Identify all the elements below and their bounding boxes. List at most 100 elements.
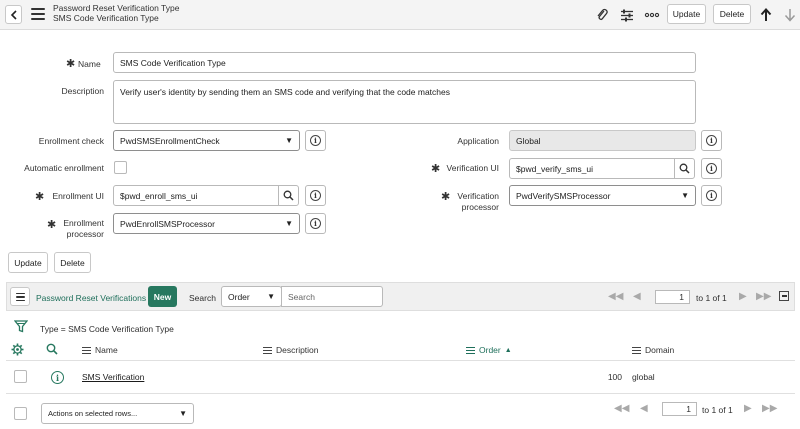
header-update-button[interactable]: Update bbox=[667, 4, 706, 24]
enrollment-processor-label: Enrollment processor bbox=[58, 218, 104, 240]
row-name-link[interactable]: SMS Verification bbox=[82, 372, 144, 382]
enrollment-ui-label: Enrollment UI bbox=[52, 191, 105, 201]
verification-processor-value: PwdVerifySMSProcessor bbox=[516, 190, 611, 201]
chevron-left-icon bbox=[10, 9, 17, 20]
hamburger-menu-icon bbox=[15, 292, 25, 301]
first-page-icon[interactable]: ◀◀ bbox=[614, 403, 629, 414]
preview-record-info-icon[interactable]: i bbox=[51, 371, 64, 384]
verification-ui-lookup-button[interactable] bbox=[674, 158, 695, 179]
description-field[interactable]: Verify user's identity by sending them a… bbox=[113, 80, 696, 124]
enrollment-processor-value: PwdEnrollSMSProcessor bbox=[120, 218, 215, 229]
last-page-icon[interactable]: ▶▶ bbox=[762, 403, 777, 414]
chevron-down-icon: ▼ bbox=[285, 219, 293, 228]
record-title: SMS Code Verification Type bbox=[53, 13, 159, 23]
verification-ui-field[interactable]: $pwd_verify_sms_ui bbox=[509, 158, 675, 179]
required-asterisk: ✱ bbox=[431, 163, 441, 175]
search-field-value: Order bbox=[228, 291, 250, 302]
search-icon bbox=[679, 163, 690, 174]
filter-breadcrumb[interactable]: Type = SMS Code Verification Type bbox=[40, 324, 174, 334]
column-menu-icon bbox=[632, 345, 641, 356]
list-menu-button[interactable] bbox=[10, 287, 30, 306]
info-icon: i bbox=[706, 163, 717, 174]
column-header-name[interactable]: Name bbox=[82, 345, 118, 356]
form-delete-button[interactable]: Delete bbox=[54, 252, 91, 273]
required-asterisk: ✱ bbox=[35, 191, 45, 203]
enrollment-check-select[interactable]: PwdSMSEnrollmentCheck ▼ bbox=[113, 130, 300, 151]
more-options-icon[interactable] bbox=[643, 6, 661, 24]
form-update-button[interactable]: Update bbox=[8, 252, 48, 273]
chevron-down-icon: ▼ bbox=[179, 409, 187, 418]
column-menu-icon bbox=[466, 345, 475, 356]
column-search-icon[interactable] bbox=[46, 343, 58, 357]
new-button[interactable]: New bbox=[148, 286, 177, 307]
info-icon: i bbox=[706, 135, 717, 146]
next-record-arrow-icon[interactable] bbox=[782, 5, 798, 24]
table-row: i SMS Verification 100 global bbox=[6, 361, 795, 393]
search-label: Search bbox=[189, 293, 216, 303]
enrollment-check-info-button[interactable]: i bbox=[305, 130, 326, 151]
enrollment-check-label: Enrollment check bbox=[38, 136, 104, 146]
page-title: Password Reset Verification Type bbox=[53, 3, 180, 13]
previous-page-icon[interactable]: ◀ bbox=[633, 291, 641, 302]
column-header-order-label: Order bbox=[479, 345, 501, 356]
application-info-button[interactable]: i bbox=[701, 130, 722, 151]
page-number-input[interactable]: 1 bbox=[662, 402, 697, 416]
automatic-enrollment-label: Automatic enrollment bbox=[24, 163, 104, 173]
search-icon bbox=[283, 190, 294, 201]
related-list-title[interactable]: Password Reset Verifications bbox=[36, 293, 146, 303]
header-delete-button[interactable]: Delete bbox=[713, 4, 751, 24]
search-input[interactable]: Search bbox=[281, 286, 383, 307]
info-icon: i bbox=[706, 190, 717, 201]
actions-select[interactable]: Actions on selected rows... ▼ bbox=[41, 403, 194, 424]
description-label: Description bbox=[61, 86, 104, 96]
enrollment-ui-lookup-button[interactable] bbox=[278, 185, 299, 206]
enrollment-ui-info-button[interactable]: i bbox=[305, 185, 326, 206]
column-header-description[interactable]: Description bbox=[263, 345, 319, 356]
verification-processor-select[interactable]: PwdVerifySMSProcessor ▼ bbox=[509, 185, 696, 206]
row-domain-cell: global bbox=[632, 372, 655, 382]
first-page-icon[interactable]: ◀◀ bbox=[608, 291, 623, 302]
verification-ui-info-button[interactable]: i bbox=[701, 158, 722, 179]
verification-processor-label-line2: processor bbox=[461, 202, 499, 212]
enrollment-check-value: PwdSMSEnrollmentCheck bbox=[120, 135, 220, 146]
name-field[interactable]: SMS Code Verification Type bbox=[113, 52, 696, 73]
application-field: Global bbox=[509, 130, 696, 151]
row-divider bbox=[6, 393, 795, 394]
column-menu-icon bbox=[82, 345, 91, 356]
enrollment-processor-label-line1: Enrollment bbox=[63, 218, 104, 228]
chevron-down-icon: ▼ bbox=[267, 292, 275, 301]
paperclip-icon[interactable] bbox=[594, 6, 610, 24]
select-all-checkbox[interactable] bbox=[14, 407, 27, 420]
column-header-domain[interactable]: Domain bbox=[632, 345, 674, 356]
next-page-icon[interactable]: ▶ bbox=[739, 291, 747, 302]
required-asterisk: ✱ bbox=[441, 191, 451, 203]
hamburger-menu-icon[interactable] bbox=[31, 8, 45, 20]
row-select-checkbox[interactable] bbox=[14, 370, 27, 383]
application-label: Application bbox=[457, 136, 499, 146]
column-header-name-label: Name bbox=[95, 345, 118, 356]
last-page-icon[interactable]: ▶▶ bbox=[756, 291, 771, 302]
filter-icon[interactable] bbox=[13, 320, 29, 335]
enrollment-processor-select[interactable]: PwdEnrollSMSProcessor ▼ bbox=[113, 213, 300, 234]
sort-ascending-icon: ▲ bbox=[504, 346, 512, 354]
collapse-list-icon[interactable] bbox=[779, 291, 789, 301]
verification-processor-info-button[interactable]: i bbox=[701, 185, 722, 206]
previous-record-arrow-icon[interactable] bbox=[758, 5, 774, 24]
required-asterisk: ✱ bbox=[66, 58, 76, 70]
list-settings-gear-icon[interactable] bbox=[11, 343, 24, 358]
page-number-input[interactable]: 1 bbox=[655, 290, 690, 304]
column-header-order[interactable]: Order ▲ bbox=[466, 345, 512, 356]
next-page-icon[interactable]: ▶ bbox=[744, 403, 752, 414]
verification-ui-label: Verification UI bbox=[446, 163, 499, 173]
info-icon: i bbox=[310, 218, 321, 229]
enrollment-processor-label-line2: processor bbox=[66, 229, 104, 239]
automatic-enrollment-checkbox[interactable] bbox=[114, 161, 127, 174]
enrollment-processor-info-button[interactable]: i bbox=[305, 213, 326, 234]
back-button[interactable] bbox=[5, 5, 22, 24]
enrollment-ui-field[interactable]: $pwd_enroll_sms_ui bbox=[113, 185, 279, 206]
verification-processor-label: Verification processor bbox=[452, 191, 499, 213]
row-order-cell: 100 bbox=[607, 372, 622, 382]
settings-sliders-icon[interactable] bbox=[619, 6, 635, 24]
search-field-select[interactable]: Order ▼ bbox=[221, 286, 282, 307]
previous-page-icon[interactable]: ◀ bbox=[640, 403, 648, 414]
